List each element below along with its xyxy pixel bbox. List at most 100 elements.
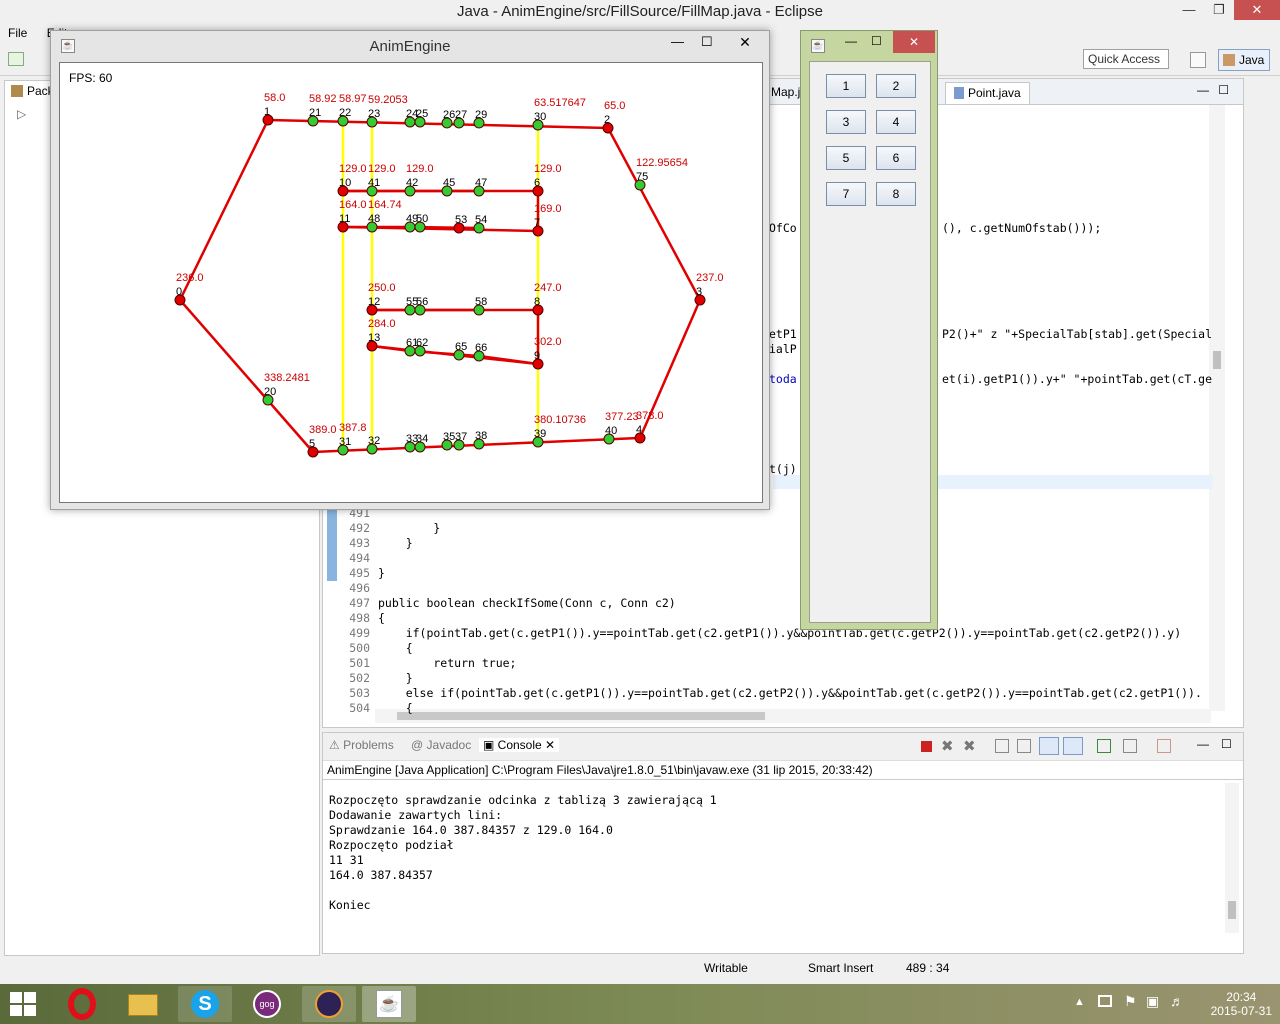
button-7[interactable]: 7 [826, 182, 866, 206]
console-output[interactable]: Rozpoczęto sprawdzanie odcinka z tablizą… [329, 793, 717, 913]
open-perspective-icon[interactable] [1190, 52, 1206, 68]
point-value-label: 389.0 [309, 424, 337, 436]
java-taskbar-icon[interactable]: ☕ [362, 986, 416, 1022]
console-vscrollbar[interactable] [1225, 783, 1239, 933]
point-id-label: 23 [368, 108, 380, 120]
button-4[interactable]: 4 [876, 110, 916, 134]
point-id-label: 47 [475, 177, 487, 189]
flag-icon[interactable]: ⚑ [1124, 993, 1137, 1010]
point-id-label: 22 [339, 107, 351, 119]
volume-icon[interactable]: ♬ [1170, 993, 1184, 1009]
restore-button[interactable]: ☐ [701, 34, 713, 50]
maximize-editor-icon[interactable]: ☐ [1218, 83, 1229, 97]
button-8[interactable]: 8 [876, 182, 916, 206]
maximize-console-icon[interactable]: ☐ [1221, 737, 1232, 751]
point-value-label: 377.23 [605, 411, 639, 423]
clock-date: 2015-07-31 [1210, 1004, 1272, 1018]
tab-javadoc[interactable]: @ Javadoc [411, 738, 471, 752]
file-explorer-icon[interactable] [116, 986, 170, 1022]
terminate-icon[interactable] [921, 741, 932, 752]
console-line: 164.0 387.84357 [329, 868, 433, 882]
button-2[interactable]: 2 [876, 74, 916, 98]
clock[interactable]: 20:34 2015-07-31 [1211, 990, 1272, 1018]
remove-launch-icon[interactable]: ✖ [941, 737, 954, 755]
display-console-icon[interactable] [1123, 739, 1137, 753]
button-3[interactable]: 3 [826, 110, 866, 134]
show-on-stdout-icon[interactable] [1039, 737, 1059, 755]
minimize-button[interactable]: — [671, 34, 684, 49]
java-perspective-button[interactable]: Java [1218, 49, 1270, 71]
writable-status: Writable [704, 961, 748, 975]
map-canvas[interactable]: FPS: 60 0 236.0 1 58.0 2 65.0 3 237.0 4 378.0 5 389… [59, 62, 763, 503]
point-value-label: 250.0 [368, 282, 396, 294]
close-button[interactable]: ✕ [893, 31, 935, 53]
hscroll-thumb[interactable] [397, 712, 765, 720]
quick-access-input[interactable]: Quick Access [1083, 49, 1169, 69]
java-app-icon: ☕ [811, 39, 825, 53]
point-value-label: 129.0 [368, 163, 396, 175]
new-icon[interactable] [8, 52, 24, 66]
pin-console-icon[interactable] [1097, 739, 1111, 753]
point-value-label: 129.0 [339, 163, 367, 175]
point-id-label: 38 [475, 430, 487, 442]
point-id-label: 62 [416, 337, 428, 349]
button-1[interactable]: 1 [826, 74, 866, 98]
close-button[interactable]: ✕ [1234, 0, 1280, 20]
scroll-lock-icon[interactable] [1017, 739, 1031, 753]
console-line: Rozpoczęto sprawdzanie odcinka z tablizą… [329, 793, 717, 807]
point-value-label: 284.0 [368, 318, 396, 330]
point-id-label: 25 [416, 108, 428, 120]
show-hidden-icons-icon[interactable]: ▲ [1074, 996, 1085, 1008]
skype-icon[interactable]: S [178, 986, 232, 1022]
gog-icon[interactable]: gog [240, 986, 294, 1022]
point-id-label: 32 [368, 435, 380, 447]
button-6[interactable]: 6 [876, 146, 916, 170]
editor-hscrollbar[interactable] [375, 709, 1211, 723]
network-icon[interactable]: ▣ [1146, 993, 1159, 1010]
clear-console-icon[interactable] [995, 739, 1009, 753]
eclipse-icon[interactable] [302, 986, 356, 1022]
remove-all-icon[interactable]: ✖ [963, 737, 976, 755]
line-number: 495 [349, 566, 370, 580]
tab-console[interactable]: ▣ Console ✕ [479, 738, 560, 752]
editor-vscrollbar[interactable] [1209, 105, 1225, 711]
point-id-label: 50 [416, 213, 428, 225]
point-id-label: 30 [534, 111, 546, 123]
minimize-console-icon[interactable]: — [1197, 737, 1209, 751]
code-line: return true; [378, 656, 517, 670]
scroll-thumb[interactable] [1213, 351, 1221, 369]
button-5[interactable]: 5 [826, 146, 866, 170]
opera-icon[interactable] [56, 986, 110, 1022]
minimize-editor-icon[interactable]: — [1197, 83, 1209, 97]
open-console-icon[interactable] [1157, 739, 1171, 753]
action-center-icon[interactable] [1098, 995, 1112, 1007]
restore-button[interactable]: ☐ [871, 34, 882, 48]
java-file-icon [954, 87, 964, 99]
console-line: Sprawdzanie 164.0 387.84357 z 129.0 164.… [329, 823, 613, 837]
close-button[interactable]: ✕ [725, 31, 765, 53]
scroll-thumb[interactable] [1228, 901, 1236, 919]
tab-point-java[interactable]: Point.java [945, 82, 1030, 104]
menu-file[interactable]: File [0, 24, 35, 42]
code-fragment: (), c.getNumOfstab())); [942, 221, 1102, 235]
show-on-stderr-icon[interactable] [1063, 737, 1083, 755]
minimize-button[interactable]: — [1174, 0, 1204, 20]
code-fragment: P2()+" z "+SpecialTab[stab].get(Special [942, 327, 1213, 341]
console-line: Dodawanie zawartych lini: [329, 808, 503, 822]
minimize-button[interactable]: — [845, 34, 857, 48]
point-id-label: 45 [443, 177, 455, 189]
tab-problems[interactable]: ⚠ Problems [329, 738, 394, 752]
status-bar: Writable Smart Insert 489 : 34 [0, 958, 1280, 980]
code-fragment: toda [769, 372, 797, 386]
point-id-label: 37 [455, 431, 467, 443]
restore-button[interactable]: ❐ [1204, 0, 1234, 20]
line-number: 502 [349, 671, 370, 685]
point-value-label: 58.92 [309, 93, 337, 105]
console-view: ⚠ Problems @ Javadoc ▣ Console ✕ ✖ ✖ — ☐… [322, 732, 1244, 954]
point-id-label: 7 [534, 217, 540, 229]
eclipse-titlebar: Java - AnimEngine/src/FillSource/FillMap… [0, 0, 1280, 24]
windows-start-icon[interactable] [10, 992, 36, 1016]
point-value-label: 247.0 [534, 282, 562, 294]
point-id-label: 27 [455, 109, 467, 121]
map-drawing: 0 236.0 1 58.0 2 65.0 3 237.0 4 378.0 5 389.0 75 122.… [174, 92, 724, 458]
